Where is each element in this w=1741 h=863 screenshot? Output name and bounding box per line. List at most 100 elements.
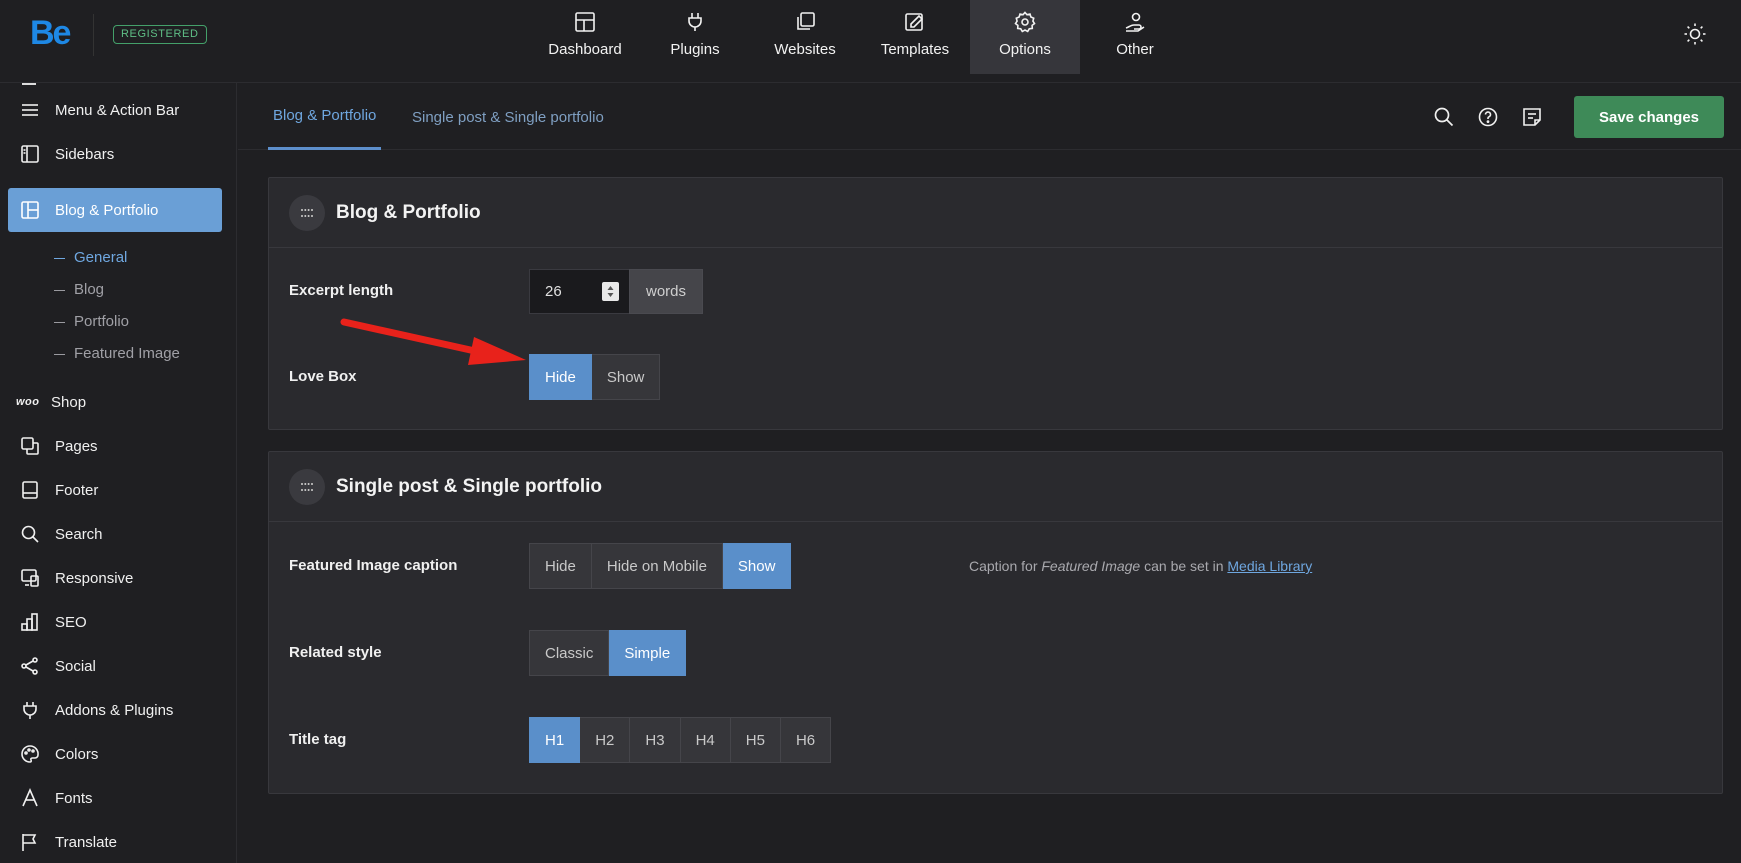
search-icon[interactable] xyxy=(1433,106,1455,128)
tab-blog-portfolio[interactable]: Blog & Portfolio xyxy=(268,84,382,150)
sidebar-item-sidebars[interactable]: Sidebars xyxy=(8,132,222,176)
sidebar: Menu & Action Bar Sidebars Blog & Portfo… xyxy=(0,83,237,863)
flag-icon xyxy=(22,834,37,851)
love-box-toggle: Hide Show xyxy=(529,354,661,400)
title-tag-h4-option[interactable]: H4 xyxy=(680,717,731,763)
sidebar-icon xyxy=(21,145,39,163)
user-hand-icon xyxy=(1125,12,1145,32)
top-bar: Be REGISTERED Dashboard Plugins Websites… xyxy=(0,0,1741,83)
search-icon xyxy=(21,525,39,543)
title-tag-h6-option[interactable]: H6 xyxy=(780,717,832,763)
excerpt-length-value: 26 xyxy=(545,283,562,300)
nav-dashboard[interactable]: Dashboard xyxy=(530,0,640,74)
excerpt-length-label: Excerpt length xyxy=(289,282,394,299)
tab-single-post[interactable]: Single post & Single portfolio xyxy=(407,84,609,150)
save-changes-button[interactable]: Save changes xyxy=(1574,96,1724,138)
sidebar-item-label: Fonts xyxy=(55,789,93,807)
title-tag-h1-option[interactable]: H1 xyxy=(529,717,581,763)
sun-icon[interactable] xyxy=(1683,22,1707,46)
featured-caption-toggle: Hide Hide on Mobile Show xyxy=(529,543,792,589)
woo-icon: woo xyxy=(16,396,40,408)
featured-caption-label: Featured Image caption xyxy=(289,557,458,574)
sidebar-item-label: Responsive xyxy=(55,569,134,587)
panel-header: Single post & Single portfolio xyxy=(269,452,1722,522)
pages-icon xyxy=(21,437,39,455)
drag-handle-icon[interactable] xyxy=(289,468,325,505)
plug-icon xyxy=(688,13,702,31)
hint-text: Caption for xyxy=(969,558,1042,574)
sidebar-item-label: Search xyxy=(55,525,103,543)
websites-icon xyxy=(797,12,815,30)
dashboard-icon xyxy=(575,12,595,32)
love-box-hide-option[interactable]: Hide xyxy=(529,354,592,400)
nav-templates[interactable]: Templates xyxy=(860,0,970,74)
dash-marker xyxy=(54,289,65,291)
panel-title: Single post & Single portfolio xyxy=(336,475,602,497)
subitem-blog[interactable]: Blog xyxy=(54,281,104,298)
title-tag-label: Title tag xyxy=(289,731,347,748)
subitem-label: General xyxy=(74,249,128,266)
related-simple-option[interactable]: Simple xyxy=(609,630,687,676)
sidebar-item-shop[interactable]: woo Shop xyxy=(8,380,222,424)
be-logo[interactable]: Be xyxy=(30,14,71,53)
panel-single-post: Single post & Single portfolio Featured … xyxy=(268,451,1723,794)
sidebar-item-label: SEO xyxy=(55,613,87,631)
dash-marker xyxy=(54,353,65,355)
title-tag-h5-option[interactable]: H5 xyxy=(730,717,781,763)
related-style-label: Related style xyxy=(289,644,382,661)
sidebar-item-addons-plugins[interactable]: Addons & Plugins xyxy=(8,688,222,732)
excerpt-unit: words xyxy=(629,269,703,314)
subitem-general[interactable]: General xyxy=(54,249,127,266)
help-icon[interactable] xyxy=(1477,106,1499,128)
caption-hide-option[interactable]: Hide xyxy=(529,543,592,589)
excerpt-length-input[interactable]: 26 xyxy=(529,269,629,314)
title-tag-h2-option[interactable]: H2 xyxy=(580,717,631,763)
nav-plugins-label: Plugins xyxy=(670,41,720,58)
drag-handle-icon[interactable] xyxy=(289,194,325,231)
registered-badge: REGISTERED xyxy=(113,25,207,44)
font-icon xyxy=(22,788,38,807)
sidebar-item-seo[interactable]: SEO xyxy=(8,600,222,644)
sidebar-item-fonts[interactable]: Fonts xyxy=(8,776,222,820)
sidebar-item-footer[interactable]: Footer xyxy=(8,468,222,512)
nav-templates-label: Templates xyxy=(880,41,950,58)
subitem-portfolio[interactable]: Portfolio xyxy=(54,313,129,330)
share-icon xyxy=(21,657,38,675)
nav-plugins[interactable]: Plugins xyxy=(640,0,750,74)
sidebar-item-translate[interactable]: Translate xyxy=(8,820,222,863)
related-classic-option[interactable]: Classic xyxy=(529,630,610,676)
nav-websites[interactable]: Websites xyxy=(750,0,860,74)
sidebar-item-label: Colors xyxy=(55,745,99,763)
love-box-label: Love Box xyxy=(289,368,357,385)
title-tag-h3-option[interactable]: H3 xyxy=(630,717,681,763)
panel-header: Blog & Portfolio xyxy=(269,178,1722,248)
sidebar-item-label: Pages xyxy=(55,437,98,455)
number-spinner-icon[interactable] xyxy=(602,282,619,301)
sidebar-item-label: Addons & Plugins xyxy=(55,701,174,719)
subitem-featured-image[interactable]: Featured Image xyxy=(54,345,180,362)
nav-dashboard-label: Dashboard xyxy=(548,41,622,58)
nav-options[interactable]: Options xyxy=(970,0,1080,74)
panel-title: Blog & Portfolio xyxy=(336,201,481,223)
caption-show-option[interactable]: Show xyxy=(722,543,792,589)
sidebar-item-search[interactable]: Search xyxy=(8,512,222,556)
sidebar-item-social[interactable]: Social xyxy=(8,644,222,688)
sidebar-item-label: Shop xyxy=(51,393,87,411)
dash-marker xyxy=(54,257,65,259)
love-box-show-option[interactable]: Show xyxy=(591,354,661,400)
sidebar-item-colors[interactable]: Colors xyxy=(8,732,222,776)
notes-icon[interactable] xyxy=(1521,106,1543,128)
sidebar-item-pages[interactable]: Pages xyxy=(8,424,222,468)
nav-other[interactable]: Other xyxy=(1080,0,1190,74)
caption-hide-mobile-option[interactable]: Hide on Mobile xyxy=(591,543,723,589)
hint-emphasis: Featured Image xyxy=(1041,558,1141,574)
sidebar-item-responsive[interactable]: Responsive xyxy=(8,556,222,600)
subitem-label: Featured Image xyxy=(74,345,180,362)
sidebar-item-label: Menu & Action Bar xyxy=(55,101,180,119)
sidebar-item-label: Social xyxy=(55,657,96,675)
media-library-link[interactable]: Media Library xyxy=(1227,558,1312,574)
caption-hint: Caption for Featured Image can be set in… xyxy=(969,558,1312,574)
sidebar-item-blog-portfolio[interactable]: Blog & Portfolio xyxy=(8,188,222,232)
gear-icon xyxy=(1014,11,1036,33)
sidebar-item-menu-action-bar[interactable]: Menu & Action Bar xyxy=(8,88,222,132)
